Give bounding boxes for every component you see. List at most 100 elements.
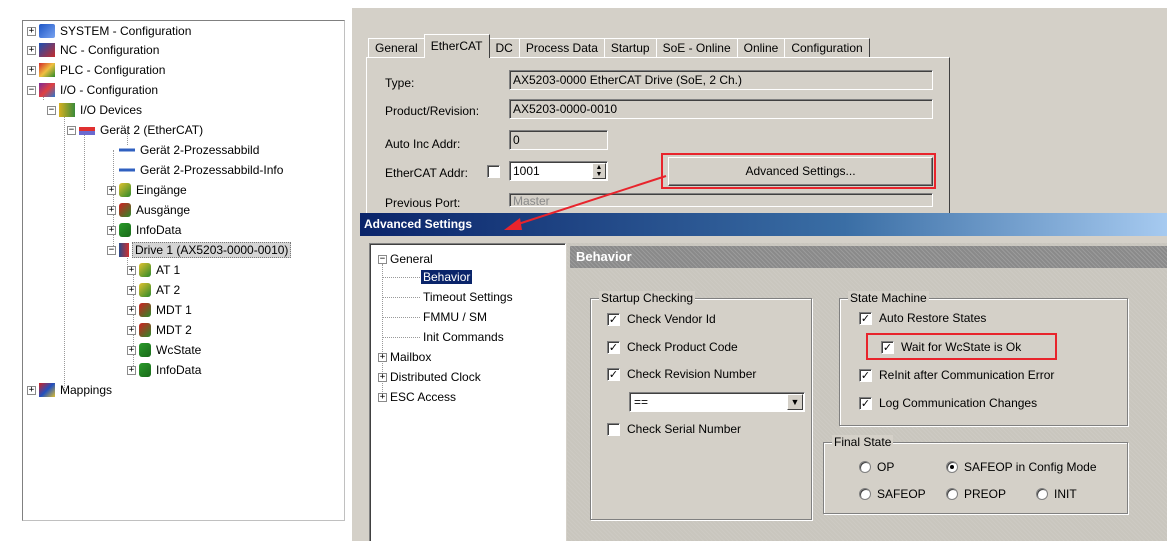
product-revision-label: Product/Revision:: [385, 104, 480, 118]
radio-preop[interactable]: PREOP: [946, 487, 1006, 501]
radio-init[interactable]: INIT: [1036, 487, 1077, 501]
tree-item-prozessabbild-info[interactable]: Gerät 2-Prozessabbild-Info: [119, 161, 285, 179]
expand-icon[interactable]: +: [127, 325, 136, 335]
checkbox-checked-icon[interactable]: ✓: [607, 367, 620, 381]
adv-tree-dc[interactable]: + Distributed Clock: [378, 368, 481, 386]
radio-safeop[interactable]: SAFEOP: [859, 487, 926, 501]
tree-item-mdt2[interactable]: + MDT 2: [127, 321, 194, 339]
radio-label: PREOP: [964, 487, 1007, 501]
radio-unselected-icon[interactable]: [946, 488, 958, 500]
previous-port-label: Previous Port:: [385, 196, 461, 210]
expand-icon[interactable]: +: [27, 26, 36, 36]
tree-item-eingaenge[interactable]: + Eingänge: [107, 181, 189, 199]
tab-general[interactable]: General: [368, 38, 425, 58]
tree-item-ausgaenge[interactable]: + Ausgänge: [107, 201, 192, 219]
chevron-down-icon[interactable]: ▼: [787, 394, 803, 410]
io-devices-icon: [59, 103, 75, 117]
tree-item-mdt1[interactable]: + MDT 1: [127, 301, 194, 319]
radio-unselected-icon[interactable]: [859, 461, 871, 473]
log-communication-changes[interactable]: ✓ Log Communication Changes: [859, 396, 1037, 410]
expand-icon[interactable]: +: [27, 65, 36, 75]
tree-item-wcstate[interactable]: + WcState: [127, 341, 203, 359]
expand-icon[interactable]: +: [127, 345, 136, 355]
expand-icon[interactable]: +: [127, 365, 136, 375]
checkbox-label: Check Serial Number: [627, 422, 742, 436]
checkbox-label: Check Product Code: [627, 340, 738, 354]
tree-item-infodata-drive[interactable]: + InfoData: [127, 361, 203, 379]
expand-icon[interactable]: +: [107, 205, 116, 215]
tree-item-label: MDT 1: [156, 303, 192, 317]
auto-restore-states[interactable]: ✓ Auto Restore States: [859, 311, 986, 325]
check-product-code[interactable]: ✓ Check Product Code: [607, 340, 738, 354]
wcstate-icon: [139, 343, 151, 357]
advanced-settings-tree[interactable]: − General Behavior Timeout Settings FMMU…: [369, 243, 566, 541]
radio-selected-icon[interactable]: [946, 461, 958, 473]
adv-tree-general[interactable]: − General: [378, 250, 433, 268]
radio-unselected-icon[interactable]: [859, 488, 871, 500]
revision-compare-select[interactable]: == ▼: [629, 392, 805, 412]
tab-startup[interactable]: Startup: [603, 38, 657, 58]
tab-dc[interactable]: DC: [488, 38, 520, 58]
checkbox-checked-icon[interactable]: ✓: [859, 396, 872, 410]
expand-icon[interactable]: +: [107, 185, 116, 195]
solution-tree[interactable]: + SYSTEM - Configuration + NC - Configur…: [22, 20, 345, 521]
expand-icon[interactable]: +: [378, 372, 387, 382]
adv-tree-fmmu[interactable]: FMMU / SM: [423, 308, 487, 326]
adv-tree-init[interactable]: Init Commands: [423, 328, 504, 346]
tab-configuration[interactable]: Configuration: [784, 38, 870, 58]
tab-strip: General EtherCAT DC Process Data Startup…: [368, 34, 870, 58]
adv-tree-esc[interactable]: + ESC Access: [378, 388, 456, 406]
expand-icon[interactable]: +: [127, 265, 136, 275]
tree-item-infodata[interactable]: + InfoData: [107, 221, 183, 239]
tree-item-geraet2[interactable]: − Gerät 2 (EtherCAT): [67, 121, 205, 139]
checkbox-checked-icon[interactable]: ✓: [859, 368, 872, 382]
tree-item-label: I/O Devices: [80, 103, 143, 117]
tab-ethercat[interactable]: EtherCAT: [423, 34, 490, 58]
tab-soe-online[interactable]: SoE - Online: [655, 38, 738, 58]
reinit-after-error[interactable]: ✓ ReInit after Communication Error: [859, 368, 1054, 382]
tree-item-plc[interactable]: + PLC - Configuration: [27, 61, 167, 79]
product-revision-field: AX5203-0000-0010: [509, 99, 933, 119]
infodata-icon: [139, 363, 151, 377]
tree-item-system[interactable]: + SYSTEM - Configuration: [27, 22, 193, 40]
tree-item-nc[interactable]: + NC - Configuration: [27, 41, 161, 59]
expand-icon[interactable]: +: [27, 385, 36, 395]
radio-safeop-config[interactable]: SAFEOP in Config Mode: [946, 460, 1097, 474]
tree-item-at2[interactable]: + AT 2: [127, 281, 182, 299]
expand-icon[interactable]: +: [378, 352, 387, 362]
expand-icon[interactable]: +: [27, 45, 36, 55]
collapse-icon[interactable]: −: [67, 125, 76, 135]
checkbox-unchecked-icon[interactable]: [607, 422, 620, 436]
tree-item-io[interactable]: − I/O - Configuration: [27, 81, 160, 99]
adv-tree-mailbox[interactable]: + Mailbox: [378, 348, 431, 366]
tree-item-at1[interactable]: + AT 1: [127, 261, 182, 279]
expand-icon[interactable]: +: [378, 392, 387, 402]
expand-icon[interactable]: +: [107, 225, 116, 235]
adv-tree-behavior[interactable]: Behavior: [421, 268, 473, 286]
collapse-icon[interactable]: −: [47, 105, 56, 115]
tree-item-prozessabbild[interactable]: Gerät 2-Prozessabbild: [119, 141, 261, 159]
mappings-icon: [39, 383, 55, 397]
check-serial-number[interactable]: Check Serial Number: [607, 422, 741, 436]
collapse-icon[interactable]: −: [27, 85, 36, 95]
expand-icon[interactable]: +: [127, 305, 136, 315]
adv-tree-timeout[interactable]: Timeout Settings: [423, 288, 513, 306]
check-revision-number[interactable]: ✓ Check Revision Number: [607, 367, 756, 381]
expand-icon[interactable]: +: [127, 285, 136, 295]
tree-item-label: Ausgänge: [136, 203, 191, 217]
checkbox-checked-icon[interactable]: ✓: [607, 340, 620, 354]
collapse-icon[interactable]: −: [378, 254, 387, 264]
tab-process-data[interactable]: Process Data: [518, 38, 605, 58]
check-vendor-id[interactable]: ✓ Check Vendor Id: [607, 312, 716, 326]
tree-item-io-devices[interactable]: − I/O Devices: [47, 101, 144, 119]
radio-unselected-icon[interactable]: [1036, 488, 1048, 500]
tree-item-drive1[interactable]: − Drive 1 (AX5203-0000-0010): [107, 241, 292, 259]
checkbox-checked-icon[interactable]: ✓: [607, 312, 620, 326]
checkbox-checked-icon[interactable]: ✓: [859, 311, 872, 325]
tree-item-label: Gerät 2-Prozessabbild: [140, 143, 260, 157]
collapse-icon[interactable]: −: [107, 245, 116, 255]
tree-item-mappings[interactable]: + Mappings: [27, 381, 114, 399]
tab-online[interactable]: Online: [736, 38, 786, 58]
radio-op[interactable]: OP: [859, 460, 894, 474]
type-field: AX5203-0000 EtherCAT Drive (SoE, 2 Ch.): [509, 70, 933, 90]
